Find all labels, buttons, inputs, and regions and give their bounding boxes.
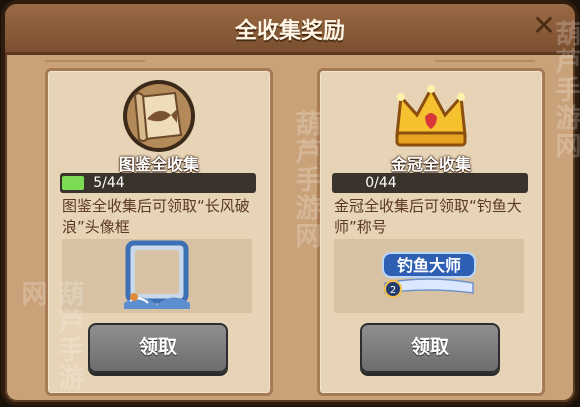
golden-crown-icon <box>395 85 467 147</box>
card-name: 金冠全收集 <box>390 155 471 174</box>
claim-button[interactable]: 领取 <box>360 323 500 373</box>
title-badge-text: 钓鱼大师 <box>397 256 461 275</box>
claim-button[interactable]: 领取 <box>88 323 228 373</box>
title-bar: 全收集奖励 ✕ <box>5 4 575 55</box>
progress-bar: 0/44 <box>332 173 528 193</box>
scroll-fish-icon <box>123 80 195 152</box>
watermark-text: 葫芦手游网 <box>291 110 321 250</box>
avatar-frame-icon <box>124 240 190 309</box>
reward-description: 图鉴全收集后可领取“长风破浪”头像框 <box>62 197 250 236</box>
card-name: 图鉴全收集 <box>118 155 199 174</box>
reward-preview: 钓鱼大师 2 <box>334 239 524 313</box>
progress-bar: 5/44 <box>60 173 256 193</box>
collection-card-crown: 金冠全收集 0/44 金冠全收集后可领取“钓鱼大师”称号 钓鱼大师 2 领取 <box>317 68 545 396</box>
title-badge: 钓鱼大师 2 <box>382 252 476 298</box>
divider <box>435 60 535 62</box>
title-badge-level: 2 <box>390 285 396 296</box>
watermark-text: 葫芦手游网 <box>17 280 84 392</box>
reward-description: 金冠全收集后可领取“钓鱼大师”称号 <box>334 197 522 236</box>
progress-text: 5/44 <box>93 175 125 191</box>
reward-preview <box>62 239 252 313</box>
progress-text: 0/44 <box>365 175 397 191</box>
watermark-text: 葫芦手游网 <box>551 20 580 160</box>
divider <box>45 60 145 62</box>
dialog-title: 全收集奖励 <box>234 19 345 44</box>
